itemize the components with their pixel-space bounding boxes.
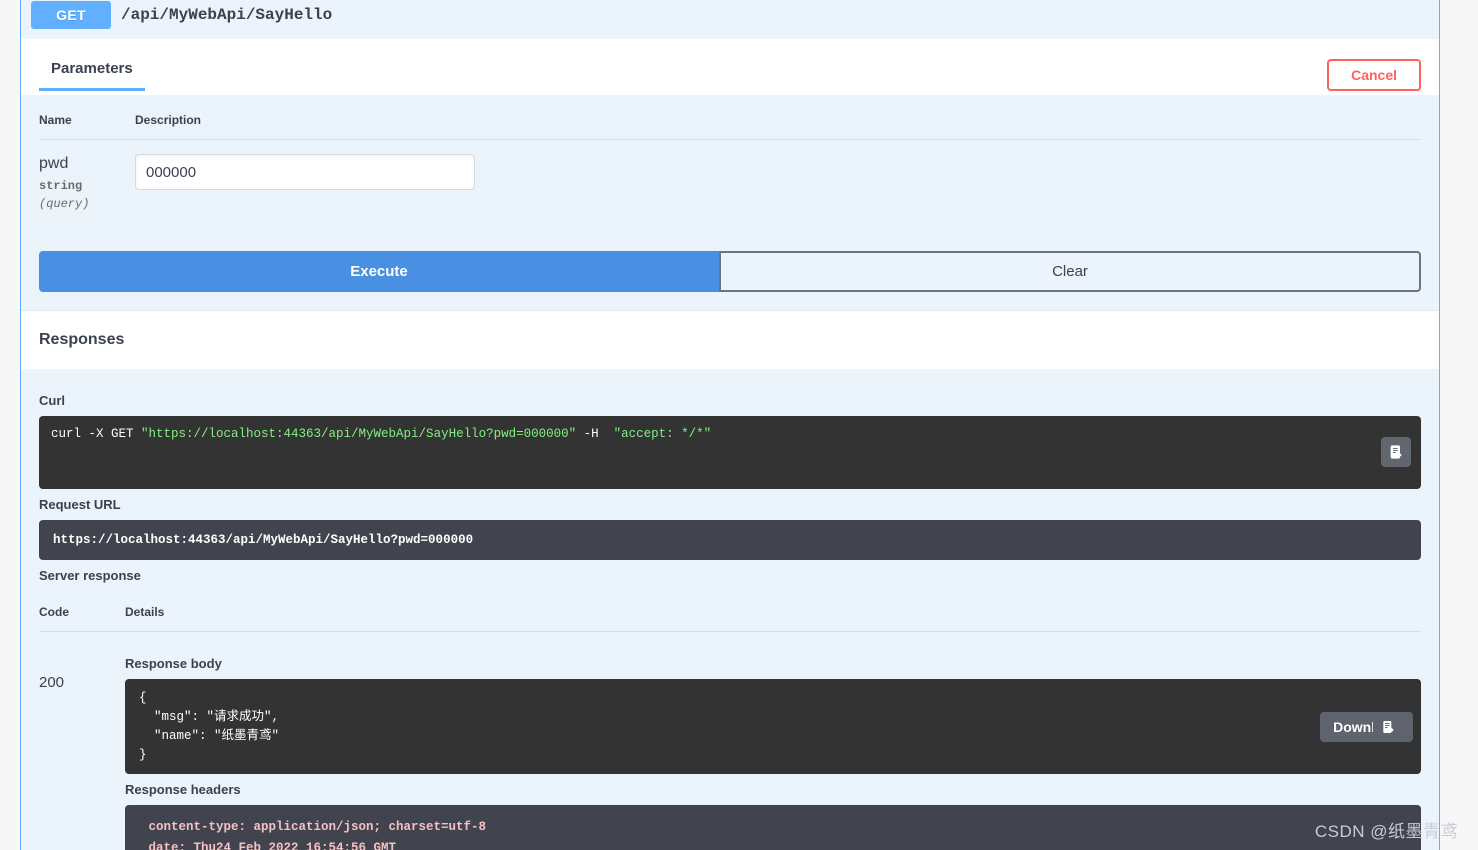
response-body-actions: Download	[1320, 711, 1413, 742]
curl-label: Curl	[39, 393, 65, 409]
response-details-cell: Response body { "msg": "请求成功", "name": "…	[125, 632, 1421, 850]
http-method-badge: GET	[31, 1, 111, 29]
column-header-description: Description	[135, 95, 1421, 140]
response-table-header-row: Code Details	[39, 591, 1421, 633]
copy-icon[interactable]	[1381, 437, 1411, 468]
request-url-block: https://localhost:44363/api/MyWebApi/Say…	[39, 519, 1421, 561]
swagger-ui-screen: GET /api/MyWebApi/SayHello Parameters Ca…	[0, 0, 1478, 850]
execute-button[interactable]: Execute	[39, 251, 719, 293]
tab-bar: Parameters Cancel	[21, 39, 1439, 95]
operation-path: /api/MyWebApi/SayHello	[121, 6, 333, 24]
response-headers-text: content-type: application/json; charset=…	[148, 820, 487, 850]
response-code-cell: 200	[39, 632, 125, 850]
copy-icon[interactable]	[1373, 711, 1403, 742]
curl-flag-token: -H	[576, 427, 614, 442]
server-response-table: Code Details 200 Response body {"msg": …	[39, 591, 1421, 850]
operation-block: GET /api/MyWebApi/SayHello Parameters Ca…	[20, 0, 1440, 850]
parameters-section: Name Description pwd string (query) 0000…	[21, 95, 1439, 311]
pwd-input[interactable]	[135, 154, 475, 190]
response-body-label: Response body	[125, 656, 222, 672]
tab-parameters[interactable]: Parameters	[39, 60, 145, 91]
response-body-block: { "msg": "请求成功", "name": "纸墨青鸢" } Downlo…	[125, 679, 1421, 775]
column-header-code: Code	[39, 591, 125, 633]
parameter-value-cell	[135, 140, 1421, 234]
parameter-name: pwd	[39, 155, 69, 172]
column-header-details: Details	[125, 591, 1421, 633]
server-response-label: Server response	[39, 568, 141, 584]
curl-accept-token: "accept: */*"	[613, 427, 712, 442]
curl-code-block: curl -X GET "https://localhost:44363/api…	[39, 416, 1421, 489]
responses-heading: Responses	[21, 310, 1439, 370]
status-code: 200	[39, 674, 65, 692]
execute-clear-row: Execute Clear	[39, 251, 1421, 293]
table-row: pwd string (query)	[39, 140, 1421, 234]
curl-prefix: curl -X GET	[51, 427, 142, 442]
parameters-table: Name Description pwd string (query)	[39, 95, 1421, 233]
response-body-json: { "msg": "请求成功", "name": "纸墨青鸢" }	[139, 691, 280, 762]
parameter-type: string	[39, 179, 83, 194]
cancel-button[interactable]: Cancel	[1327, 59, 1421, 91]
operation-body: Parameters Cancel Name Description pwd s…	[21, 39, 1439, 850]
response-headers-label: Response headers	[125, 782, 241, 798]
table-row: 200 Response body { "msg": "请求成功", "name…	[39, 632, 1421, 850]
curl-url-token: "https://localhost:44363/api/MyWebApi/Sa…	[141, 427, 577, 442]
parameter-name-cell: pwd string (query)	[39, 140, 135, 234]
operation-summary[interactable]: GET /api/MyWebApi/SayHello	[21, 0, 1439, 39]
clear-button[interactable]: Clear	[719, 251, 1421, 293]
column-header-name: Name	[39, 95, 135, 140]
responses-body: Curl curl -X GET "https://localhost:4436…	[21, 369, 1439, 850]
response-headers-block: content-type: application/json; charset=…	[125, 805, 1421, 850]
parameter-location: (query)	[39, 197, 90, 212]
request-url-label: Request URL	[39, 496, 121, 512]
parameters-table-header-row: Name Description	[39, 95, 1421, 140]
